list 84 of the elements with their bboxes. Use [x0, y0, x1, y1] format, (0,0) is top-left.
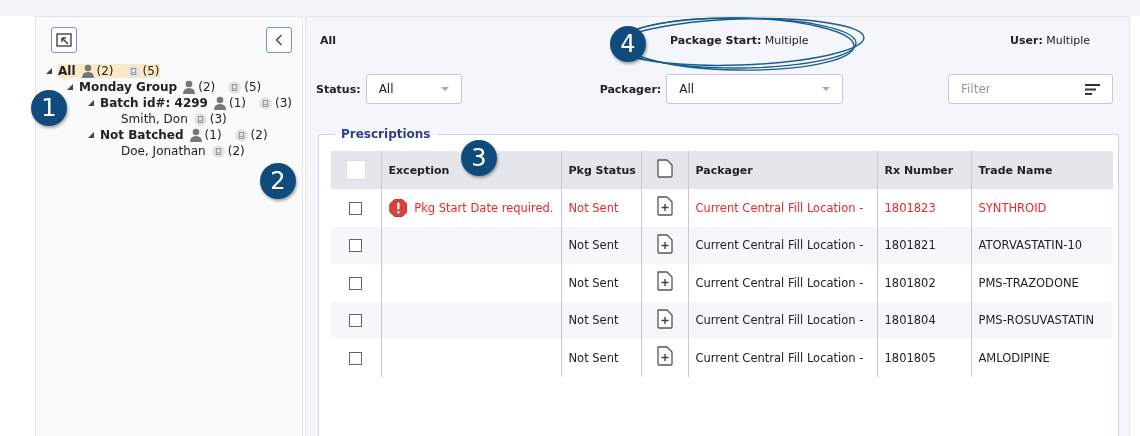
tree-item[interactable]: All — [58, 64, 79, 78]
user-count: (2) — [198, 80, 216, 94]
row-checkbox[interactable] — [349, 239, 363, 253]
status-dropdown[interactable]: All — [365, 74, 462, 104]
table-cell: PMS-ROSUVASTATIN — [978, 313, 1094, 328]
table-cell: ATORVASTATIN-10 — [978, 238, 1083, 253]
table-cell: Current Central Fill Location - — [695, 313, 864, 328]
expanded-icon[interactable] — [88, 100, 94, 106]
document-count: (3) — [274, 96, 292, 110]
pop-out-icon — [56, 33, 72, 47]
document-icon — [258, 96, 272, 110]
person-icon — [213, 96, 226, 110]
document-count: (2) — [250, 128, 268, 142]
packager-dropdown[interactable]: All — [666, 74, 844, 104]
table-cell: Current Central Fill Location - — [695, 200, 864, 215]
user-label: User: — [1010, 33, 1043, 47]
filter-icon[interactable] — [1085, 83, 1100, 95]
table-cell: Not Sent — [568, 350, 619, 365]
expanded-icon[interactable] — [46, 68, 52, 74]
table-cell: Not Sent — [568, 275, 619, 290]
table-cell: 1801802 — [884, 275, 936, 290]
table-cell: Current Central Fill Location - — [695, 238, 864, 253]
tree-item[interactable]: Monday Group — [79, 80, 181, 94]
row-checkbox[interactable] — [349, 201, 363, 215]
dropdown-caret-icon — [440, 87, 449, 91]
expanded-icon[interactable] — [88, 132, 94, 138]
document-plus-icon[interactable] — [655, 233, 674, 254]
user-value: Multiple — [1046, 33, 1090, 47]
row-checkbox[interactable] — [349, 276, 363, 290]
chevron-left-icon — [275, 34, 283, 46]
document-count: (5) — [142, 64, 160, 78]
select-all-checkbox[interactable] — [345, 160, 366, 180]
table-cell: Not Sent — [568, 238, 619, 253]
user-count: (1) — [204, 128, 222, 142]
document-icon — [228, 80, 242, 94]
user-count: (2) — [96, 64, 114, 78]
document-icon — [211, 144, 225, 158]
collapse-button[interactable] — [266, 27, 292, 53]
table-cell: Not Sent — [568, 200, 619, 215]
row-checkbox[interactable] — [349, 351, 363, 365]
document-count: (3) — [209, 112, 227, 126]
document-icon — [656, 159, 673, 178]
section-title: Prescriptions — [340, 127, 432, 141]
person-icon — [189, 128, 202, 142]
document-plus-icon[interactable] — [655, 308, 674, 329]
table-cell: Current Central Fill Location - — [695, 275, 864, 290]
table-cell: Not Sent — [568, 313, 619, 328]
table-cell: Pkg Start Date required. — [414, 200, 554, 215]
dropdown-caret-icon — [822, 87, 831, 91]
document-icon — [193, 112, 207, 126]
user-count: (1) — [228, 96, 246, 110]
row-checkbox[interactable] — [349, 314, 363, 328]
person-icon — [183, 80, 196, 94]
selected-highlight[interactable]: All (2) (5) — [58, 64, 160, 78]
table-cell: 1801823 — [884, 200, 936, 215]
package-start-value: Multiple — [764, 33, 809, 47]
table-cell: 1801804 — [884, 313, 936, 328]
document-plus-icon[interactable] — [655, 271, 674, 292]
packager-label: Packager: — [599, 82, 662, 96]
table-cell: 1801821 — [884, 238, 936, 253]
document-count: (5) — [244, 80, 262, 94]
tree-item[interactable]: Batch id#: 4299 — [100, 96, 211, 110]
person-icon — [81, 64, 94, 78]
document-plus-icon[interactable] — [655, 196, 674, 217]
tree-item[interactable]: Doe, Jonathan — [121, 144, 209, 158]
column-header[interactable]: Exception — [388, 163, 450, 177]
column-header[interactable]: Trade Name — [978, 163, 1053, 177]
column-header[interactable]: Packager — [695, 163, 753, 177]
pop-out-button[interactable] — [51, 27, 77, 53]
table-cell: AMLODIPINE — [978, 350, 1050, 365]
tree-item[interactable]: Not Batched — [100, 128, 187, 142]
table-cell: 1801805 — [884, 350, 936, 365]
status-label: Status: — [316, 82, 361, 96]
table-cell: Current Central Fill Location - — [695, 350, 864, 365]
tree-item[interactable]: Smith, Don — [121, 112, 191, 126]
scope-label: All — [320, 33, 338, 47]
table-cell: SYNTHROID — [978, 200, 1047, 215]
table-cell: PMS-TRAZODONE — [978, 275, 1079, 290]
document-count: (2) — [227, 144, 245, 158]
package-start-label: Package Start: — [670, 33, 762, 47]
document-plus-icon[interactable] — [655, 346, 674, 367]
expanded-icon[interactable] — [67, 84, 73, 90]
document-icon — [234, 128, 248, 142]
document-icon — [126, 64, 140, 78]
